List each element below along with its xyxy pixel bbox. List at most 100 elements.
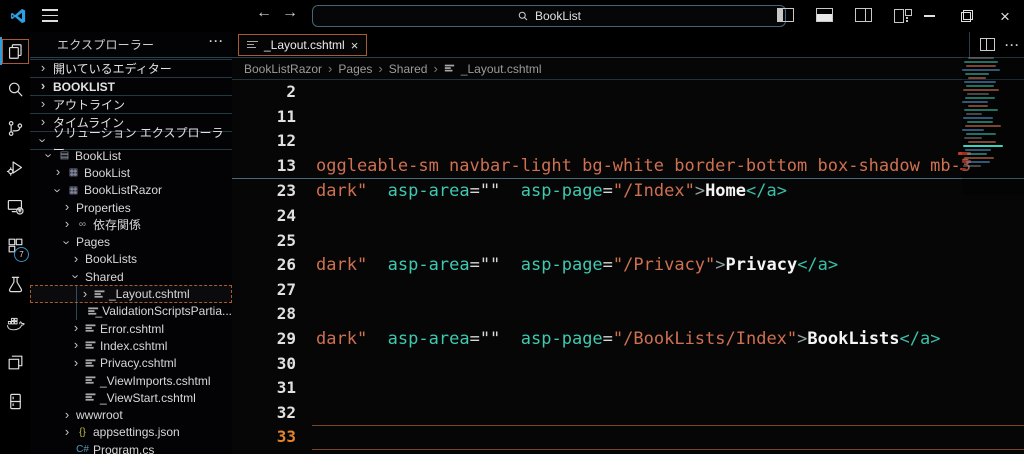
tree-item-label: Pages [76,235,111,250]
line-content: dark" asp-area="" asp-page="/Index">Home… [316,181,787,202]
breadcrumb-file[interactable]: _Layout.cshtml [461,62,542,76]
code-line-11[interactable]: 11 [232,105,1024,130]
tree-item--viewstart-cshtml[interactable]: _ViewStart.cshtml [30,389,232,406]
code-line-33[interactable]: 33 [232,425,1024,450]
line-number: 30 [276,353,296,373]
line-number: 26 [276,255,296,275]
breadcrumb-project[interactable]: BookListRazor [244,62,322,76]
restore-button[interactable] [948,0,986,32]
line-content [312,229,1024,254]
tree-item-booklists[interactable]: › BookLists [30,251,232,268]
section-2[interactable]: › アウトライン [30,95,232,113]
razor-file-icon [85,376,96,384]
line-content: oggleable-sm navbar-light bg-white borde… [316,155,972,176]
code-line-13[interactable]: 13 oggleable-sm navbar-light bg-white bor… [232,154,1024,179]
section-0[interactable]: › 開いているエディター [30,59,232,77]
tree-item-label: _ViewImports.cshtml [100,373,211,388]
activity-bar: 7 [0,32,31,454]
minimize-button[interactable] [910,0,948,32]
chevron-right-icon: › [433,61,438,76]
activity-files-button[interactable] [0,32,30,71]
activity-search-button[interactable] [0,71,30,110]
tree-item-error-cshtml[interactable]: › Error.cshtml [30,320,232,337]
tree-item-index-cshtml[interactable]: › Index.cshtml [30,337,232,354]
tab-close-icon[interactable]: × [351,38,359,53]
code-line-24[interactable]: 24 [232,204,1024,229]
menu-icon[interactable] [42,9,58,22]
code-line-12[interactable]: 12 [232,129,1024,154]
tree-item--[interactable]: › ∞ 依存関係 [30,216,232,233]
code-editor[interactable]: 2 11 12 13 oggleable-sm navbar-light bg-whit… [232,80,1024,454]
command-center-search[interactable]: BookList [312,5,786,27]
code-line-31[interactable]: 31 [232,376,1024,401]
section-1[interactable]: › BOOKLIST [30,77,232,95]
sidebar-more-actions-icon[interactable]: ··· [209,34,224,48]
tree-item-program-cs[interactable]: C# Program.cs [30,441,232,454]
tree-item-appsettings-json[interactable]: › {} appsettings.json [30,424,232,441]
tree-item-label: _ViewStart.cshtml [100,390,196,405]
close-button[interactable]: × [986,0,1024,32]
activity-remote-explorer-button[interactable] [0,188,30,227]
minimap[interactable] [962,57,1024,195]
activity-run-debug-button[interactable] [0,149,30,188]
code-line-26[interactable]: 26 dark" asp-area="" asp-page="/Privacy">… [232,253,1024,278]
forward-button[interactable]: → [282,4,298,22]
code-line-25[interactable]: 25 [232,229,1024,254]
tree-item-booklist[interactable]: › ▦ BookList [30,164,232,181]
activity-windows-button[interactable] [0,344,30,383]
solution-icon: ▤ [59,150,70,162]
line-number: 13 [276,155,296,175]
tree-item-shared[interactable]: › Shared [30,268,232,285]
razor-file-icon [94,289,105,298]
vscode-logo-icon [10,8,26,24]
back-button[interactable]: ← [256,4,272,22]
tree-item--viewimports-cshtml[interactable]: _ViewImports.cshtml [30,372,232,389]
chevron-icon: › [55,164,61,180]
vscode-window: ← → BookList × 7 エクスプローラー ··· › 開いているエディタ… [0,0,1024,454]
activity-storage-button[interactable] [0,383,30,422]
activity-docker-button[interactable] [0,305,30,344]
tree-item-label: Index.cshtml [100,338,168,353]
tab-layout-cshtml[interactable]: _Layout.cshtml × [238,34,368,56]
line-content [312,204,1024,229]
activity-testing-button[interactable] [0,266,30,305]
tree-item-label: wwwroot [76,408,123,423]
razor-file-icon [85,341,96,350]
tree-item-booklist[interactable]: › ▤ BookList [30,147,232,164]
json-icon: {} [79,426,86,438]
tree-item-pages[interactable]: › Pages [30,233,232,250]
tree-item-label: 依存関係 [93,218,142,233]
tree-item-properties[interactable]: › Properties [30,199,232,216]
code-line-30[interactable]: 30 [232,352,1024,377]
tree-item--layout-cshtml[interactable]: › _Layout.cshtml [30,285,232,303]
layout-controls [777,8,912,23]
tree-item-wwwroot[interactable]: › wwwroot [30,406,232,423]
breadcrumb-pages[interactable]: Pages [338,62,372,76]
activity-source-control-button[interactable] [0,110,30,149]
activity-extensions-button[interactable]: 7 [0,227,30,266]
tree-item-booklistrazor[interactable]: › ▦ BookListRazor [30,182,232,199]
line-number: 2 [286,82,296,101]
code-line-29[interactable]: 29 dark" asp-area="" asp-page="/BookLists… [232,327,1024,352]
code-line-27[interactable]: 27 [232,278,1024,303]
chevron-icon: › [82,285,88,301]
section-label: BOOKLIST [53,79,115,94]
tree-item-label: appsettings.json [93,425,180,440]
editor-more-actions-icon[interactable]: ··· [1005,38,1020,52]
toggle-secondary-sidebar-icon[interactable] [855,8,872,22]
docker-icon [6,314,25,336]
toggle-panel-icon[interactable] [816,8,833,22]
code-line-28[interactable]: 28 [232,302,1024,327]
breadcrumb-shared[interactable]: Shared [389,62,428,76]
tree-item--validationscriptspartia-[interactable]: _ValidationScriptsPartia... [30,303,232,320]
code-line-2[interactable]: 2 [232,80,1024,105]
code-line-23[interactable]: 23 dark" asp-area="" asp-page="/Index">Ho… [232,179,1024,204]
tree-item-privacy-cshtml[interactable]: › Privacy.cshtml [30,355,232,372]
split-editor-icon[interactable] [980,38,995,51]
line-content [312,425,1024,450]
tree-item-label: Error.cshtml [100,321,165,336]
razor-file-icon [247,40,258,50]
code-line-32[interactable]: 32 [232,401,1024,426]
editor-group: _Layout.cshtml × ··· BookListRazor › Pag… [232,32,1024,454]
toggle-primary-sidebar-icon[interactable] [777,8,794,22]
